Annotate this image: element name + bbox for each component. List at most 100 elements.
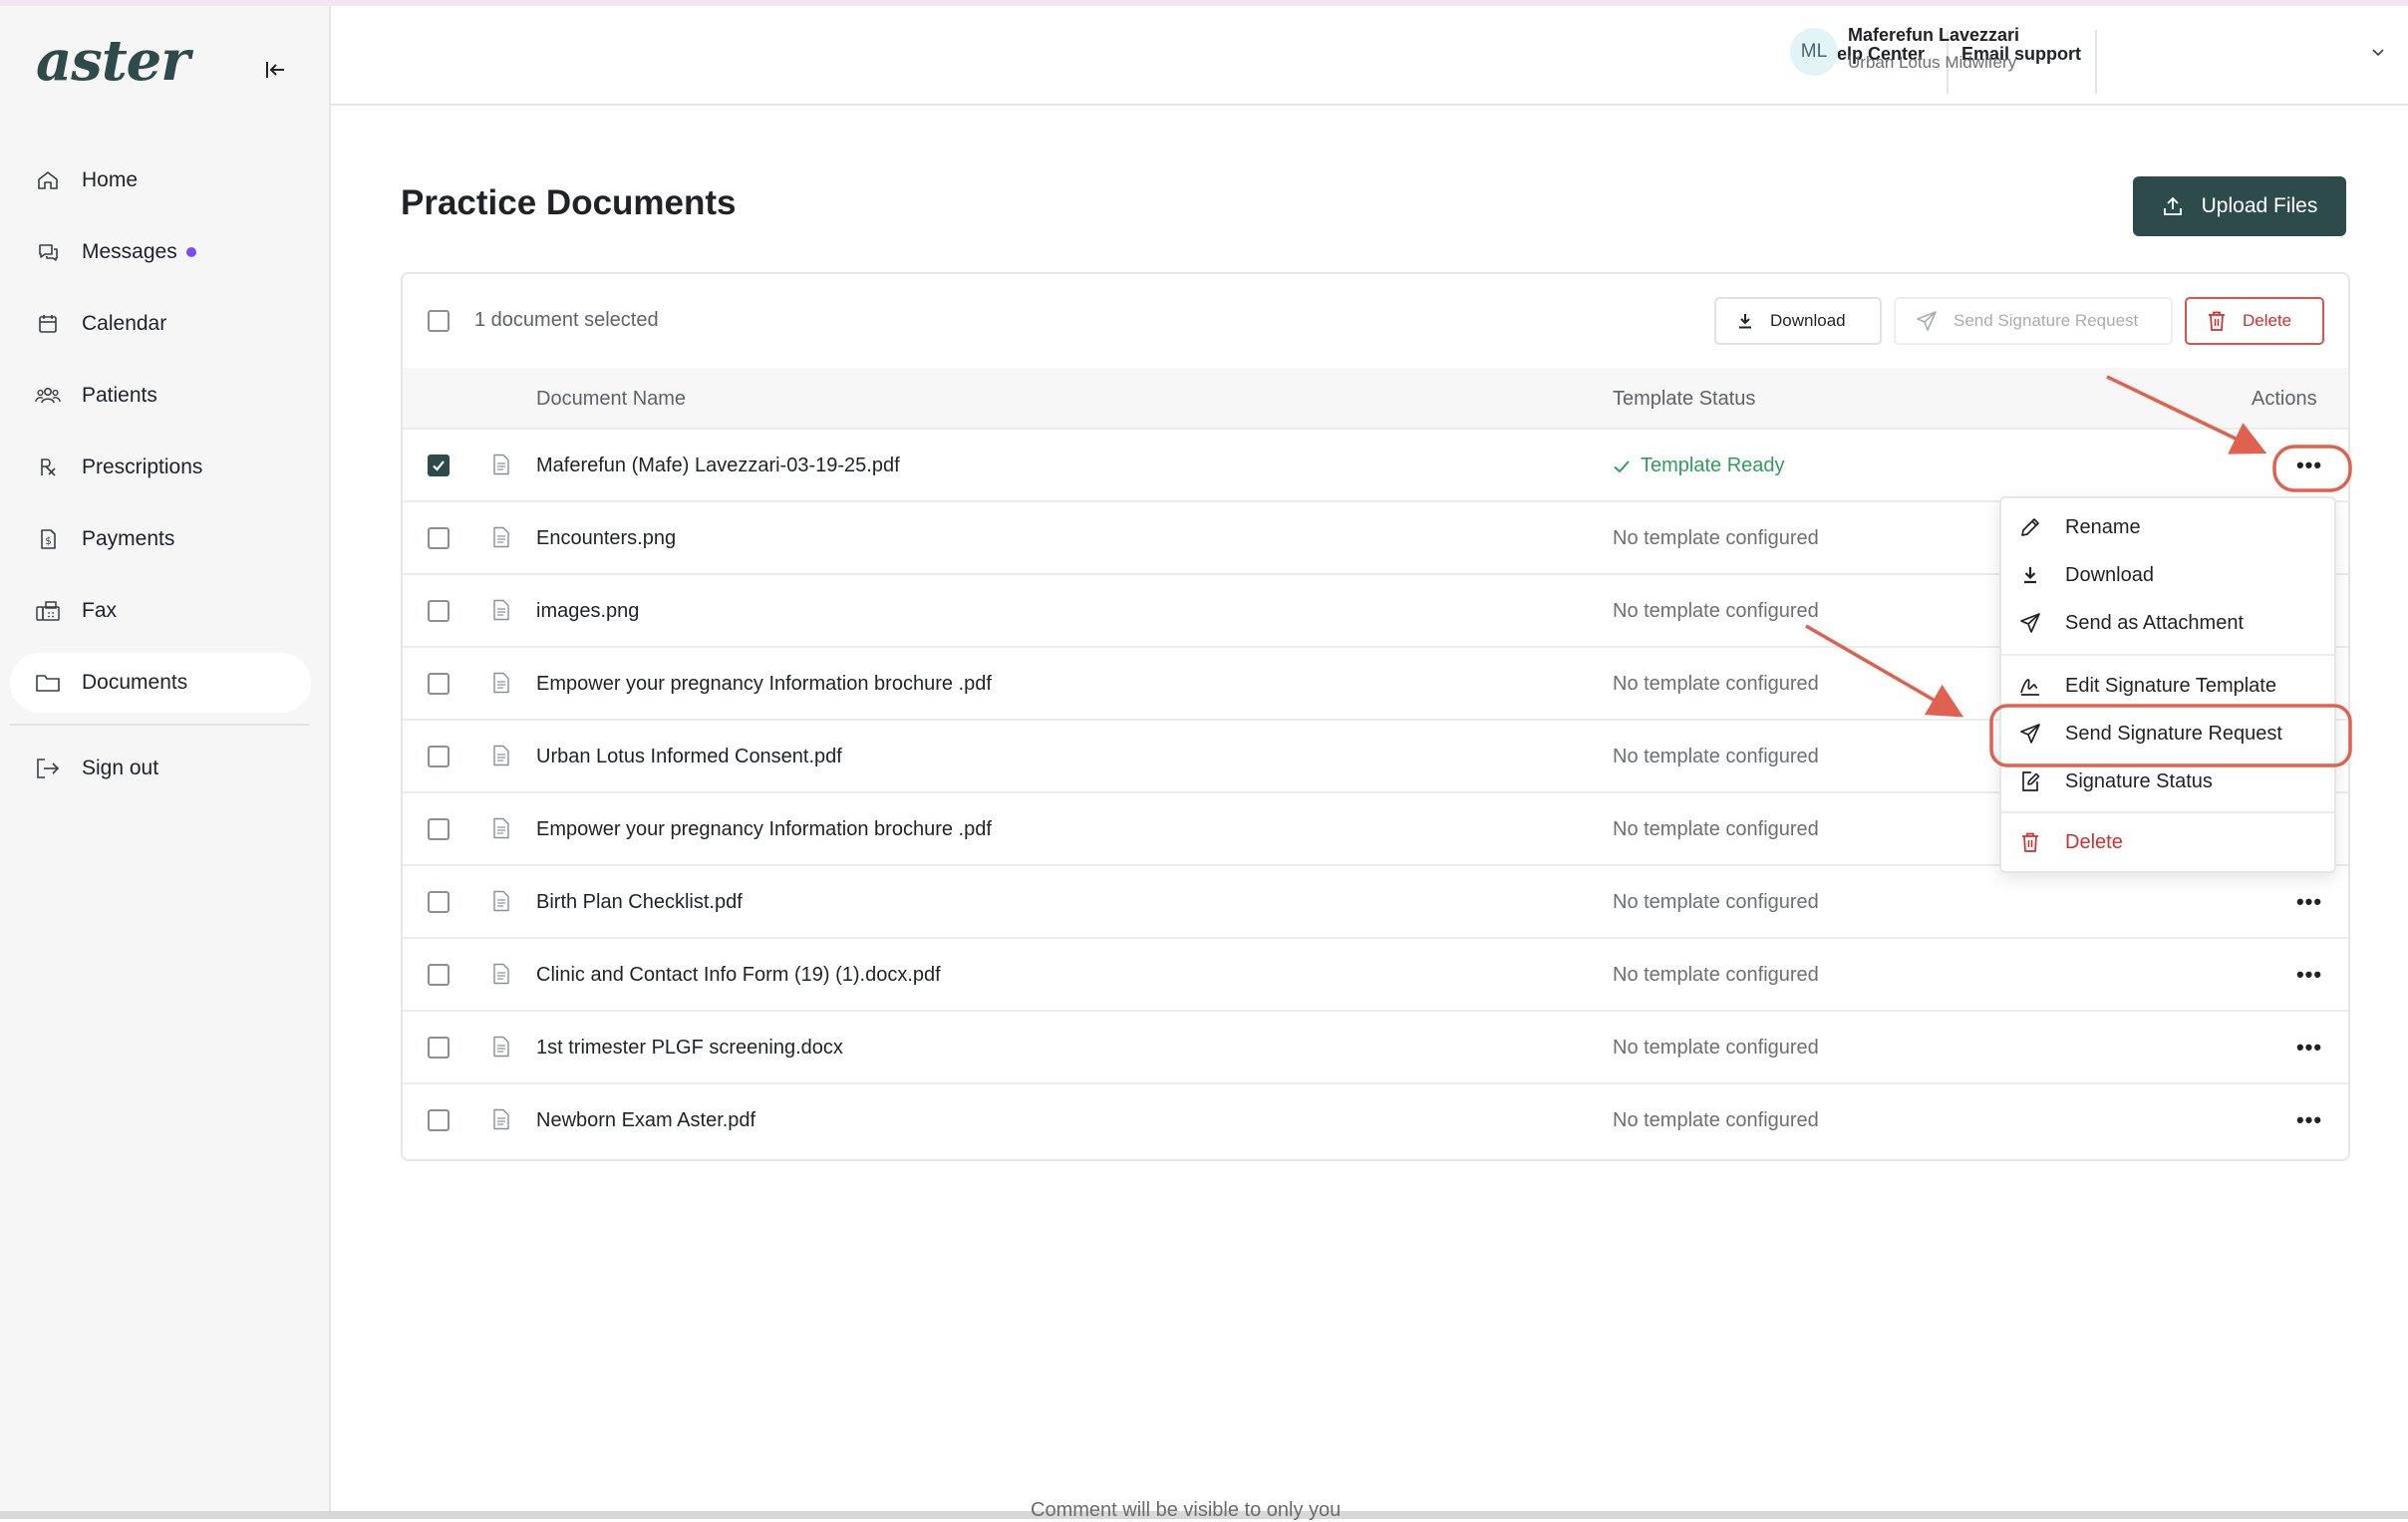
document-icon: [491, 963, 511, 990]
bulk-download-button[interactable]: Download: [1714, 297, 1882, 345]
menu-item-delete[interactable]: Delete: [2001, 819, 2334, 865]
row-actions-button[interactable]: •••: [2291, 957, 2327, 993]
bulk-delete-button[interactable]: Delete: [2185, 297, 2324, 345]
document-name[interactable]: Empower your pregnancy Information broch…: [536, 673, 992, 696]
row-checkbox[interactable]: [428, 818, 450, 840]
row-actions-button[interactable]: •••: [2291, 448, 2327, 483]
avatar[interactable]: ML: [1790, 28, 1838, 76]
selection-count: 1 document selected: [474, 309, 659, 331]
sidebar-item-label: Prescriptions: [82, 456, 203, 478]
sidebar-item-calendar[interactable]: Calendar: [10, 294, 311, 354]
menu-item-label: Send Signature Request: [2065, 722, 2282, 745]
trash-icon: [2209, 311, 2225, 331]
table-row[interactable]: Clinic and Contact Info Form (19) (1).do…: [403, 939, 2348, 1012]
document-name[interactable]: Newborn Exam Aster.pdf: [536, 1109, 755, 1132]
row-checkbox[interactable]: [428, 964, 450, 986]
menu-divider: [2001, 811, 2334, 813]
template-status: No template configured: [1613, 1037, 1819, 1059]
upload-files-button[interactable]: Upload Files: [2133, 176, 2346, 236]
row-actions-button[interactable]: •••: [2291, 1030, 2327, 1065]
document-icon: [491, 672, 511, 699]
sidebar-item-patients[interactable]: Patients: [10, 366, 311, 426]
chevron-down-icon[interactable]: [2370, 44, 2386, 60]
menu-item-send-as-attachment[interactable]: Send as Attachment: [2001, 600, 2334, 646]
column-header-name[interactable]: Document Name: [536, 388, 686, 411]
menu-item-label: Edit Signature Template: [2065, 674, 2276, 697]
row-actions-button[interactable]: •••: [2291, 1102, 2327, 1138]
aster-logo[interactable]: aster: [36, 28, 190, 94]
document-icon: [491, 526, 511, 553]
download-icon: [2017, 562, 2043, 588]
column-header-actions: Actions: [2252, 388, 2317, 410]
header-divider: [2095, 30, 2097, 94]
document-name[interactable]: Birth Plan Checklist.pdf: [536, 891, 743, 914]
bulk-send-signature-request-button[interactable]: Send Signature Request: [1894, 297, 2173, 345]
row-checkbox[interactable]: [428, 891, 450, 913]
sidebar-item-fax[interactable]: Fax: [10, 581, 311, 641]
document-name[interactable]: images.png: [536, 600, 639, 623]
table-row[interactable]: Maferefun (Mafe) Lavezzari-03-19-25.pdf …: [403, 430, 2348, 502]
menu-item-edit-signature-template[interactable]: Edit Signature Template: [2001, 663, 2334, 709]
edit-doc-icon: [2017, 768, 2043, 794]
row-actions-menu: Rename Download Send as Attachment Edit …: [1999, 496, 2336, 873]
sign-out-label: Sign out: [82, 757, 159, 779]
signature-icon: [2017, 673, 2043, 699]
document-name[interactable]: Urban Lotus Informed Consent.pdf: [536, 746, 842, 768]
sign-out-button[interactable]: Sign out: [10, 739, 311, 798]
payments-icon: $: [34, 525, 62, 553]
sidebar-item-home[interactable]: Home: [10, 151, 311, 210]
template-status: No template configured: [1613, 818, 1819, 840]
sidebar-item-payments[interactable]: $ Payments: [10, 509, 311, 569]
top-header: Help Center Email support: [331, 6, 2408, 106]
home-icon: [34, 166, 62, 194]
row-checkbox[interactable]: [428, 1109, 450, 1131]
user-name: Maferefun Lavezzari: [1848, 25, 2020, 45]
row-checkbox[interactable]: [428, 1037, 450, 1059]
column-header-status[interactable]: Template Status: [1613, 388, 1755, 411]
menu-item-label: Signature Status: [2065, 769, 2213, 792]
menu-item-signature-status[interactable]: Signature Status: [2001, 759, 2334, 804]
document-name[interactable]: Maferefun (Mafe) Lavezzari-03-19-25.pdf: [536, 455, 900, 477]
row-checkbox[interactable]: [428, 600, 450, 622]
menu-item-download[interactable]: Download: [2001, 552, 2334, 598]
select-all-checkbox[interactable]: [428, 310, 450, 332]
sidebar-item-label: Documents: [82, 671, 188, 694]
document-name[interactable]: Empower your pregnancy Information broch…: [536, 818, 992, 841]
messages-icon: [34, 238, 62, 266]
pencil-icon: [2017, 514, 2043, 540]
template-status: No template configured: [1613, 673, 1819, 695]
row-checkbox[interactable]: [428, 673, 450, 695]
check-icon: [1614, 459, 1630, 472]
row-checkbox[interactable]: [428, 455, 450, 476]
document-name[interactable]: Clinic and Contact Info Form (19) (1).do…: [536, 964, 941, 987]
table-row[interactable]: 1st trimester PLGF screening.docx No tem…: [403, 1012, 2348, 1084]
row-checkbox[interactable]: [428, 746, 450, 767]
collapse-sidebar-icon[interactable]: [261, 56, 289, 84]
sidebar-item-prescriptions[interactable]: Prescriptions: [10, 438, 311, 497]
table-row[interactable]: Birth Plan Checklist.pdf No template con…: [403, 866, 2348, 939]
svg-text:$: $: [45, 536, 51, 547]
document-name[interactable]: 1st trimester PLGF screening.docx: [536, 1037, 843, 1060]
sidebar-divider: [10, 724, 309, 726]
row-checkbox[interactable]: [428, 527, 450, 549]
document-icon: [491, 745, 511, 771]
prescriptions-icon: [34, 454, 62, 481]
menu-item-rename[interactable]: Rename: [2001, 504, 2334, 550]
template-status: No template configured: [1613, 1109, 1819, 1131]
unread-dot: [185, 247, 196, 257]
sidebar-item-messages[interactable]: Messages: [10, 222, 311, 282]
menu-item-send-signature-request[interactable]: Send Signature Request: [2001, 711, 2334, 757]
sidebar: aster Home Messages Calendar Patients Pr…: [0, 6, 331, 1513]
send-icon: [1917, 311, 1937, 331]
folder-icon: [34, 669, 62, 697]
menu-item-label: Delete: [2065, 830, 2123, 853]
sidebar-item-documents[interactable]: Documents: [10, 653, 311, 713]
sidebar-nav: Home Messages Calendar Patients Prescrip…: [10, 151, 311, 725]
trash-icon: [2017, 829, 2043, 855]
row-actions-button[interactable]: •••: [2291, 884, 2327, 920]
patients-icon: [34, 382, 62, 410]
send-signature-request-label: Send Signature Request: [1954, 311, 2139, 330]
document-name[interactable]: Encounters.png: [536, 527, 676, 550]
table-row[interactable]: Newborn Exam Aster.pdf No template confi…: [403, 1084, 2348, 1155]
document-icon: [491, 817, 511, 844]
